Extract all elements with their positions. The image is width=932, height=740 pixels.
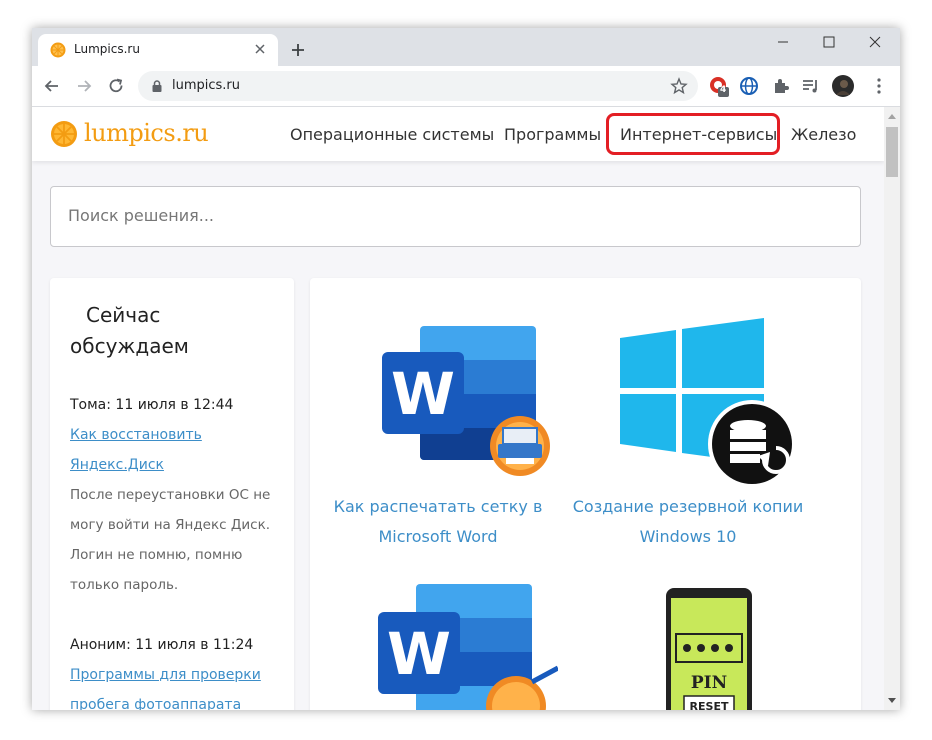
extension-badge: 4 bbox=[720, 85, 727, 95]
url-text: lumpics.ru bbox=[172, 78, 241, 93]
article-title[interactable]: Создание резервной копии Windows 10 bbox=[568, 492, 808, 552]
article-card[interactable]: W bbox=[318, 578, 560, 710]
media-control-icon[interactable] bbox=[800, 75, 822, 97]
search-input[interactable] bbox=[66, 205, 830, 226]
comment-item: Тома: 11 июля в 12:44 Как восстановить Я… bbox=[70, 390, 285, 600]
article-thumbnail[interactable]: W bbox=[318, 578, 560, 710]
word-edit-icon: W bbox=[378, 584, 560, 710]
scroll-down-icon[interactable] bbox=[888, 696, 896, 704]
comment-article-link[interactable]: Как восстановить Яндекс.Диск bbox=[70, 420, 220, 480]
highlight-frame bbox=[606, 113, 780, 155]
new-tab-icon[interactable] bbox=[288, 40, 308, 60]
tab-close-icon[interactable] bbox=[252, 41, 268, 57]
article-thumbnail[interactable]: PIN RESET bbox=[568, 578, 808, 710]
discussion-sidebar: Сейчас обсуждаем Тома: 11 июля в 12:44 К… bbox=[50, 278, 294, 710]
bookmark-star-icon[interactable] bbox=[670, 77, 688, 95]
minimize-icon[interactable] bbox=[760, 28, 806, 58]
comment-text: После переустановки ОС не могу войти на … bbox=[70, 487, 271, 593]
comment-author: Аноним: 11 июля в 11:24 bbox=[70, 637, 254, 653]
articles-card: W Как распечатать сетку в Microsoft Word bbox=[310, 278, 861, 710]
menu-kebab-icon[interactable] bbox=[868, 75, 890, 97]
article-card[interactable]: PIN RESET bbox=[568, 578, 808, 710]
sidebar-title: Сейчас обсуждаем bbox=[70, 300, 270, 362]
adblock-icon bbox=[710, 77, 729, 97]
scroll-thumb[interactable] bbox=[886, 127, 898, 177]
svg-text:PIN: PIN bbox=[691, 673, 727, 693]
globe-extension-icon[interactable] bbox=[738, 75, 760, 97]
svg-text:W: W bbox=[391, 360, 455, 428]
site-search[interactable] bbox=[50, 186, 861, 247]
close-window-icon[interactable] bbox=[852, 28, 898, 58]
comment-author: Тома: 11 июля в 12:44 bbox=[70, 397, 234, 413]
scroll-up-icon[interactable] bbox=[888, 113, 896, 121]
site-logo[interactable]: lumpics.ru bbox=[84, 119, 209, 147]
tab-title: Lumpics.ru bbox=[74, 42, 140, 56]
svg-text:W: W bbox=[387, 620, 451, 688]
svg-text:RESET: RESET bbox=[690, 700, 729, 710]
article-thumbnail[interactable]: W bbox=[318, 310, 558, 490]
reload-icon[interactable] bbox=[106, 76, 126, 96]
comment-item: Аноним: 11 июля в 11:24 Программы для пр… bbox=[70, 630, 285, 710]
article-thumbnail[interactable] bbox=[568, 310, 808, 490]
maximize-icon[interactable] bbox=[806, 28, 852, 58]
article-card[interactable]: Создание резервной копии Windows 10 bbox=[568, 310, 808, 552]
windows-backup-icon bbox=[620, 318, 796, 488]
address-bar[interactable]: lumpics.ru bbox=[138, 71, 698, 101]
article-title[interactable]: Как распечатать сетку в Microsoft Word bbox=[318, 492, 558, 552]
forward-icon[interactable] bbox=[74, 76, 94, 96]
orange-logo-icon[interactable] bbox=[50, 120, 78, 148]
sidebar-title-text: Сейчас обсуждаем bbox=[70, 303, 189, 358]
profile-avatar[interactable] bbox=[832, 75, 854, 97]
extensions-puzzle-icon[interactable] bbox=[770, 75, 792, 97]
tab-strip: Lumpics.ru bbox=[32, 28, 900, 66]
back-icon[interactable] bbox=[42, 76, 62, 96]
browser-tab[interactable]: Lumpics.ru bbox=[38, 34, 278, 66]
nav-operating-systems[interactable]: Операционные системы bbox=[290, 125, 494, 144]
comment-article-link[interactable]: Программы для проверки пробега фотоаппар… bbox=[70, 660, 270, 710]
page-scrollbar[interactable] bbox=[884, 107, 900, 710]
browser-window: Lumpics.ru lumpics.ru 4 lumpics.ru Опера… bbox=[32, 28, 900, 710]
site-header: lumpics.ru Операционные системы Программ… bbox=[32, 107, 884, 161]
word-print-icon: W bbox=[382, 326, 550, 476]
lumpics-favicon-icon bbox=[50, 42, 66, 58]
nav-programs[interactable]: Программы bbox=[504, 125, 601, 144]
extension-adblock[interactable]: 4 bbox=[708, 75, 730, 97]
article-card[interactable]: W Как распечатать сетку в Microsoft Word bbox=[318, 310, 558, 552]
page-content: lumpics.ru Операционные системы Программ… bbox=[32, 107, 884, 710]
nav-hardware[interactable]: Железо bbox=[791, 125, 856, 144]
lock-icon[interactable] bbox=[150, 79, 164, 93]
browser-toolbar: lumpics.ru 4 bbox=[32, 66, 900, 107]
phone-pin-reset-icon: PIN RESET bbox=[666, 588, 752, 710]
